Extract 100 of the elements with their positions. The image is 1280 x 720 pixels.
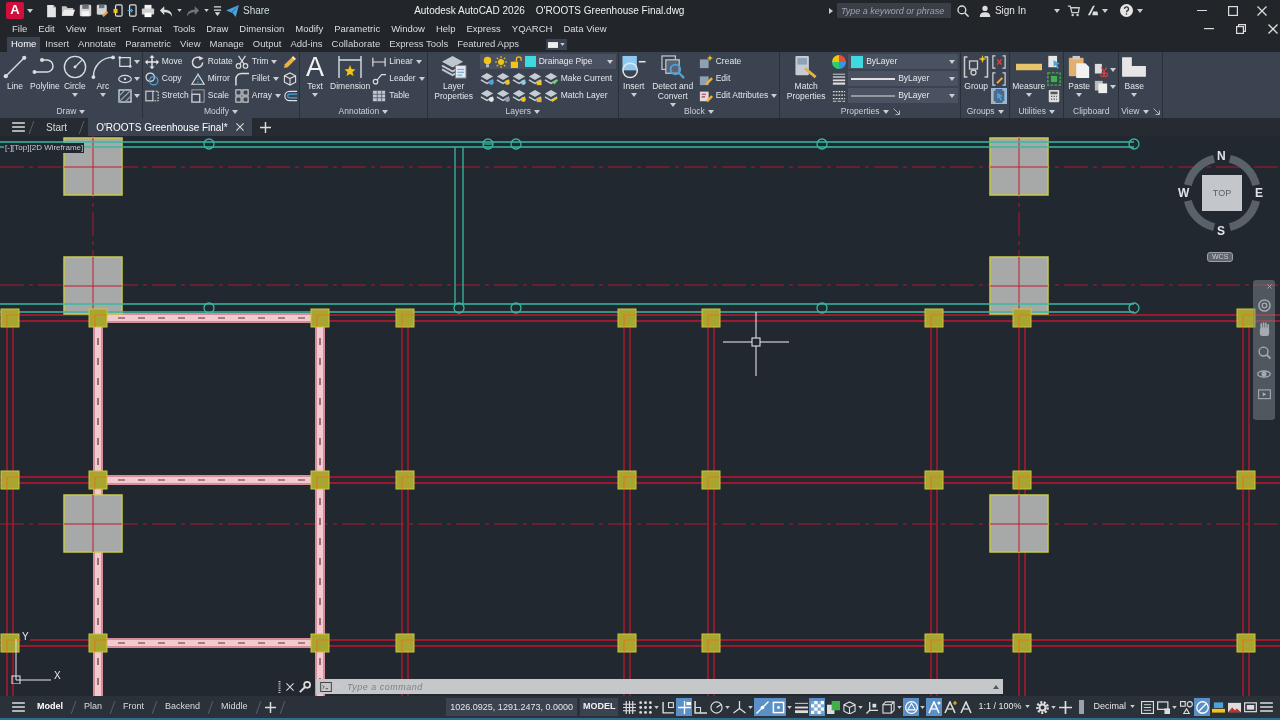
layers-icon[interactable] bbox=[495, 88, 510, 103]
toggle-button[interactable] bbox=[621, 698, 638, 716]
layout-tab[interactable]: Plan bbox=[80, 702, 106, 712]
pencil-icon[interactable] bbox=[283, 54, 298, 69]
toggle-button[interactable] bbox=[880, 698, 897, 716]
cart-icon[interactable] bbox=[1067, 4, 1080, 17]
phone-icon[interactable] bbox=[113, 4, 123, 17]
zoom-icon[interactable] bbox=[1257, 346, 1271, 359]
layout-tab[interactable]: Front bbox=[119, 702, 149, 712]
caret-icon[interactable] bbox=[1102, 8, 1108, 13]
line-weights-icon[interactable] bbox=[832, 71, 847, 86]
toggle-button[interactable] bbox=[708, 698, 725, 716]
layout-tab[interactable]: Model bbox=[33, 702, 67, 712]
caret-icon[interactable] bbox=[654, 705, 660, 709]
logo-mark-icon[interactable] bbox=[1087, 5, 1099, 16]
tool-button[interactable]: Measure bbox=[1012, 52, 1046, 105]
tool-button[interactable]: Line bbox=[2, 52, 28, 105]
tool-button[interactable]: Circle bbox=[61, 52, 88, 105]
toggle-button[interactable] bbox=[809, 698, 826, 716]
toggle-button[interactable] bbox=[770, 698, 787, 716]
menu-item[interactable]: Express bbox=[466, 23, 501, 35]
panel-title[interactable]: Groups bbox=[966, 106, 1004, 117]
caret-icon[interactable] bbox=[133, 59, 140, 64]
cube-icon[interactable] bbox=[283, 71, 298, 86]
tool-button[interactable]: Fillet bbox=[234, 71, 279, 86]
search-icon[interactable] bbox=[956, 4, 969, 17]
toggle-button[interactable] bbox=[991, 87, 1008, 104]
status-dropdown[interactable]: Decimal bbox=[1089, 702, 1139, 712]
layout-tab[interactable]: Middle bbox=[217, 702, 252, 712]
toggle-button[interactable] bbox=[825, 698, 842, 716]
menu-item[interactable]: View bbox=[65, 23, 87, 35]
hand-icon[interactable] bbox=[1257, 322, 1271, 336]
tool-button[interactable]: Group bbox=[963, 52, 990, 105]
caret-icon[interactable] bbox=[204, 9, 209, 12]
caret-up-icon[interactable] bbox=[993, 684, 999, 689]
plus-icon[interactable] bbox=[264, 701, 276, 713]
ribbon-tab[interactable]: Add-ins bbox=[286, 37, 327, 52]
layer-dropdown[interactable]: Drainage Pipe bbox=[479, 54, 616, 69]
save-icon[interactable] bbox=[79, 4, 92, 17]
ribbon-tab[interactable]: Collaborate bbox=[327, 37, 385, 52]
tool-button[interactable]: Detect and Convert bbox=[648, 52, 697, 105]
layers-icon[interactable] bbox=[479, 71, 494, 86]
caret-icon[interactable] bbox=[1110, 85, 1117, 89]
status-dropdown[interactable]: 1:1 / 100% bbox=[974, 702, 1035, 712]
redo-icon[interactable] bbox=[186, 4, 200, 17]
caret-icon[interactable] bbox=[920, 705, 926, 709]
layers-icon[interactable] bbox=[511, 88, 526, 103]
tool-button[interactable]: Polyline bbox=[30, 52, 60, 105]
caret-icon[interactable] bbox=[177, 9, 182, 12]
panel-title[interactable]: Modify bbox=[203, 106, 238, 117]
menu-item[interactable]: Draw bbox=[206, 23, 229, 35]
viewport-control[interactable]: [-] bbox=[5, 143, 13, 153]
compass-label[interactable]: S bbox=[1217, 225, 1225, 237]
command-input[interactable]: Type a command bbox=[343, 680, 990, 693]
tool-button[interactable]: Leader bbox=[372, 71, 425, 86]
color-dropdown[interactable]: ByLayer bbox=[848, 54, 959, 69]
toggle-button[interactable] bbox=[841, 698, 858, 716]
toggle-button[interactable] bbox=[926, 698, 943, 716]
ribbon-tab[interactable]: Annotate bbox=[74, 37, 121, 52]
caret-icon[interactable] bbox=[787, 705, 793, 709]
caret-icon[interactable] bbox=[1110, 68, 1117, 72]
toggle-button[interactable] bbox=[958, 698, 975, 716]
dashed-lines-icon[interactable] bbox=[832, 88, 847, 103]
ribbon-tab[interactable]: Home bbox=[7, 37, 41, 52]
viewport-control[interactable]: [2D Wireframe] bbox=[29, 143, 84, 153]
layers-icon[interactable] bbox=[527, 88, 542, 103]
toggle-button[interactable] bbox=[1194, 698, 1210, 716]
compass-label[interactable]: N bbox=[1217, 150, 1226, 162]
menu-item[interactable]: Insert bbox=[97, 23, 121, 35]
view-cube-face[interactable]: TOP bbox=[1202, 175, 1242, 211]
ribbon-tab[interactable]: Express Tools bbox=[385, 37, 453, 52]
minimize-icon[interactable] bbox=[1197, 9, 1207, 12]
toggle-button[interactable] bbox=[1034, 698, 1051, 716]
lineweight-dropdown[interactable]: ByLayer bbox=[848, 71, 959, 86]
menu-item[interactable]: Format bbox=[131, 23, 162, 35]
ribbon-toggle-button[interactable] bbox=[545, 39, 567, 50]
tool-button[interactable]: Trim bbox=[234, 54, 278, 69]
restore-icon[interactable] bbox=[1236, 24, 1246, 34]
toggle-button[interactable] bbox=[991, 70, 1008, 87]
menu-item[interactable]: Help bbox=[435, 23, 456, 35]
menu-item[interactable]: YQARCH bbox=[511, 23, 553, 35]
close-icon[interactable] bbox=[1257, 5, 1267, 16]
steering-wheel-icon[interactable] bbox=[1257, 299, 1271, 312]
close-icon[interactable] bbox=[235, 123, 244, 131]
grip-icon[interactable] bbox=[278, 680, 281, 693]
tool-button[interactable]: A Text bbox=[302, 52, 329, 105]
printer-icon[interactable] bbox=[141, 3, 155, 18]
command-line-field[interactable]: Type a command bbox=[316, 679, 1003, 694]
minimize-icon[interactable] bbox=[1204, 28, 1214, 30]
toggle-button[interactable] bbox=[692, 698, 709, 716]
tool-button[interactable]: Insert bbox=[620, 52, 647, 105]
app-menu-button[interactable]: A bbox=[6, 2, 24, 19]
rectangle-icon[interactable] bbox=[117, 54, 132, 69]
copy-sheets-icon[interactable] bbox=[1094, 80, 1109, 94]
tool-button[interactable]: Paste bbox=[1066, 52, 1093, 105]
wrench-icon[interactable] bbox=[299, 680, 311, 693]
ribbon-tab[interactable]: Parametric bbox=[121, 37, 176, 52]
caret-icon[interactable] bbox=[133, 93, 140, 98]
toggle-button[interactable] bbox=[903, 698, 920, 716]
menu-item[interactable]: Data View bbox=[563, 23, 607, 35]
